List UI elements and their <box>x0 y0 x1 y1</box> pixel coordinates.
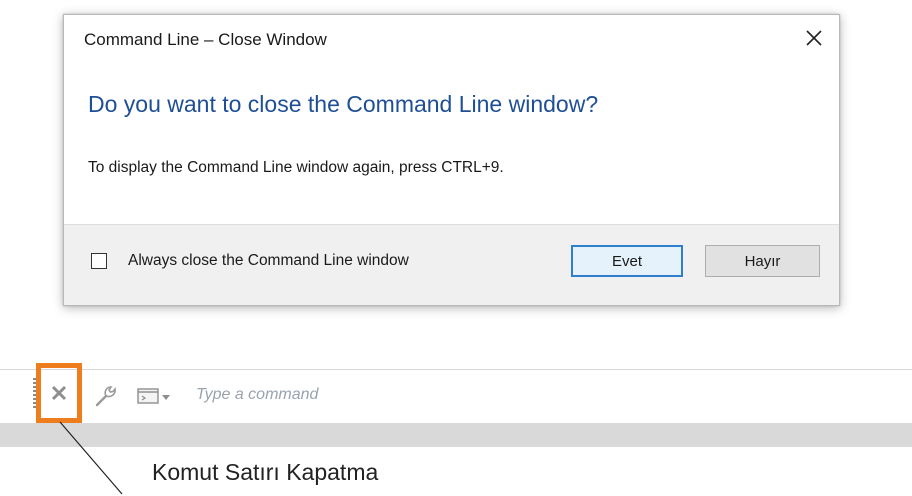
annotation-leader-line <box>59 421 123 495</box>
annotation-caption: Komut Satırı Kapatma <box>152 459 379 485</box>
